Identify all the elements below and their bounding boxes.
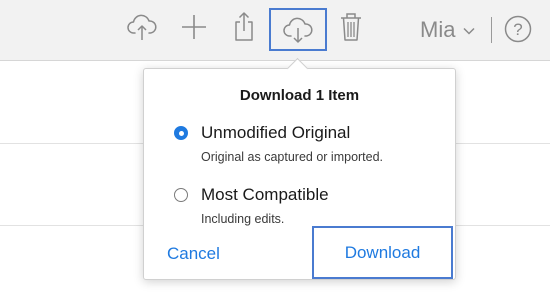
popover-arrow	[286, 57, 309, 80]
help-icon: ?	[504, 15, 532, 43]
cloud-download-icon	[283, 17, 313, 43]
plus-icon	[182, 15, 206, 39]
option-label: Unmodified Original	[201, 123, 351, 142]
user-name: Mia	[420, 17, 456, 42]
chevron-down-icon	[463, 27, 475, 35]
delete-button[interactable]	[335, 9, 367, 45]
option-description: Original as captured or imported.	[201, 150, 384, 164]
help-button[interactable]: ?	[502, 11, 534, 47]
share-button[interactable]	[228, 9, 260, 45]
cancel-button[interactable]: Cancel	[167, 244, 220, 264]
trash-icon	[341, 13, 361, 41]
option-description: Including edits.	[201, 212, 285, 226]
toolbar: Mia ?	[0, 0, 550, 61]
popover-title: Download 1 Item	[239, 87, 360, 104]
cloud-upload-icon	[127, 14, 157, 40]
add-button[interactable]	[178, 9, 210, 45]
download-confirm-label: Download	[344, 242, 421, 262]
download-popover: Download 1 Item Unmodified Original Orig…	[143, 57, 456, 280]
download-confirm-button[interactable]: Download	[312, 226, 453, 279]
option-label: Most Compatible	[201, 185, 329, 204]
radio-unselected[interactable]	[174, 188, 188, 202]
toolbar-divider	[491, 17, 492, 43]
download-button[interactable]	[269, 8, 327, 51]
user-menu[interactable]: Mia	[420, 16, 475, 44]
upload-button[interactable]	[126, 9, 158, 45]
share-icon	[235, 12, 253, 41]
help-glyph: ?	[513, 20, 522, 39]
radio-selected[interactable]	[174, 126, 188, 140]
